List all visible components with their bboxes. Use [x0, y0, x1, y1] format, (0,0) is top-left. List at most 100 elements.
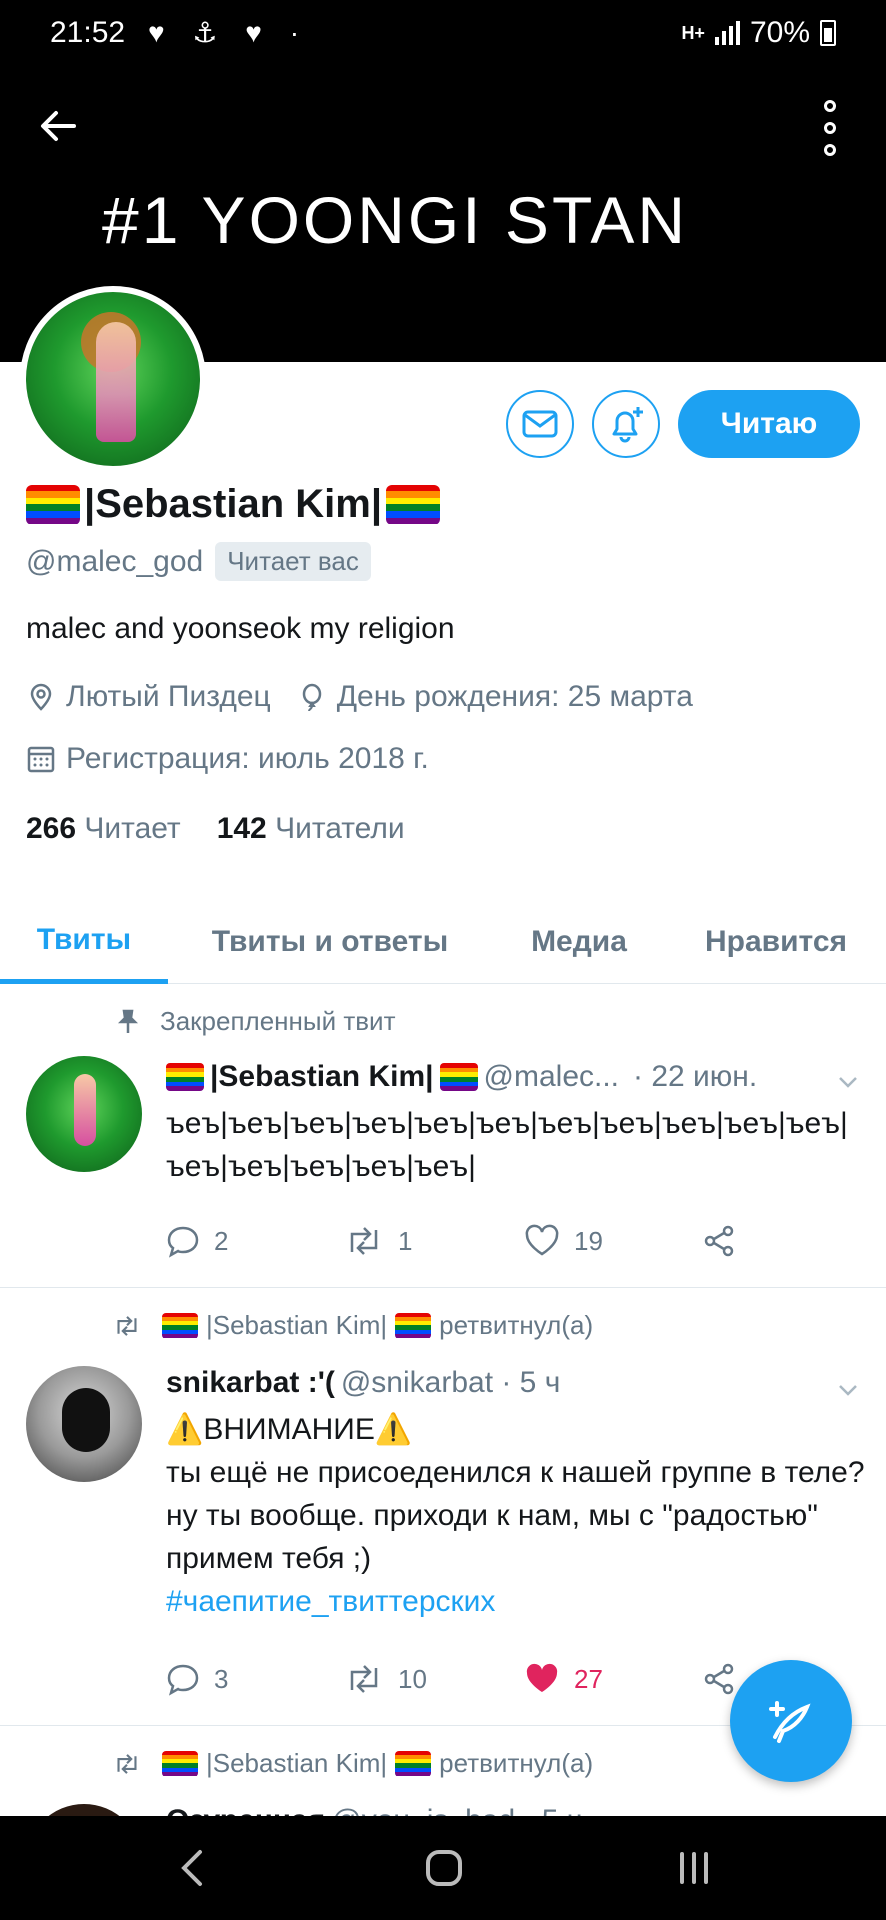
display-name: |Sebastian Kim|: [26, 482, 441, 527]
reply-count: 3: [214, 1663, 229, 1694]
retweet-count: 1: [398, 1225, 413, 1256]
handle-row: @malec_god Читает вас: [26, 542, 371, 581]
tweet-pinned[interactable]: Закрепленный твит |Sebastian Kim| @malec…: [0, 984, 886, 1288]
calendar-icon: [27, 746, 55, 773]
network-type: H+: [681, 22, 705, 43]
follows-you-badge: Читает вас: [215, 542, 371, 581]
tweet-author-handle: @malec...: [483, 1060, 620, 1093]
tab-likes[interactable]: Нравится: [666, 900, 886, 984]
more-options-button[interactable]: [812, 100, 848, 156]
profile-avatar[interactable]: [20, 286, 206, 472]
back-button[interactable]: [36, 104, 84, 152]
user-handle: @malec_god: [26, 544, 204, 578]
tab-tweets-replies[interactable]: Твиты и ответы: [168, 900, 492, 984]
like-count: 27: [574, 1663, 603, 1694]
tweet-author-name: Озуренная: [166, 1804, 325, 1816]
reply-icon: [167, 1664, 199, 1696]
tab-tweets[interactable]: Твиты: [0, 900, 168, 984]
birthday: День рождения: 25 марта: [336, 680, 693, 713]
tab-media[interactable]: Медиа: [492, 900, 666, 984]
share-icon: [704, 1225, 734, 1257]
tweet-avatar[interactable]: [26, 1366, 142, 1482]
tweet-header: |Sebastian Kim| @malec... · 22 июн.: [166, 1060, 757, 1094]
bell-plus-icon: [612, 407, 643, 443]
message-button[interactable]: [506, 390, 574, 458]
tweet-text: ⚠️ВНИМАНИЕ⚠️ ты ещё не присоеденился к н…: [166, 1408, 866, 1623]
tweet-line-warning: ⚠️ВНИМАНИЕ⚠️: [166, 1413, 413, 1446]
reply-button[interactable]: 3: [166, 1662, 344, 1696]
rainbow-flag-icon: [162, 1750, 198, 1777]
pinned-label: Закрепленный твит: [160, 1006, 396, 1036]
tweet-actions: 2 1 19: [166, 1224, 736, 1258]
retweet-icon: [117, 1753, 137, 1774]
tweet-hashtag[interactable]: #чаепитие_твиттерских: [166, 1580, 866, 1623]
reply-count: 2: [214, 1225, 229, 1256]
signal-icon: [714, 21, 740, 45]
notifications-button[interactable]: [592, 390, 660, 458]
following-count[interactable]: 266 Читает: [26, 812, 181, 846]
rainbow-flag-icon: [439, 1063, 478, 1091]
retweeter-name[interactable]: |Sebastian Kim|: [206, 1748, 387, 1779]
reply-button[interactable]: 2: [166, 1224, 344, 1258]
nav-home-icon[interactable]: [424, 1846, 464, 1890]
tweet-avatar[interactable]: [26, 1804, 142, 1816]
pin-icon: [117, 1009, 139, 1033]
heart-filled-icon: [526, 1663, 558, 1692]
tweet-author-name: |Sebastian Kim|: [210, 1060, 434, 1093]
retweet-button[interactable]: 10: [344, 1662, 524, 1696]
location: Лютый Пиздец: [66, 680, 271, 713]
retweet-icon: [117, 1315, 137, 1336]
rainbow-flag-icon: [395, 1750, 432, 1777]
tweet-author-handle: @you_is_bad · 5 ч: [331, 1804, 582, 1816]
retweeted-label: ретвитнул(а): [439, 1310, 594, 1340]
nav-back-icon[interactable]: [176, 1846, 206, 1890]
profile-meta: Лютый Пиздец День рождения: 25 марта: [26, 680, 693, 714]
share-button[interactable]: [702, 1224, 736, 1258]
rainbow-flag-icon: [395, 1312, 432, 1339]
follow-counts: 266 Читает 142 Читатели: [26, 812, 405, 846]
compose-tweet-button[interactable]: [730, 1660, 852, 1782]
tweet-author-handle: @snikarbat · 5 ч: [340, 1366, 561, 1399]
retweet-icon: [350, 1665, 378, 1693]
retweeted-label: ретвитнул(а): [439, 1748, 594, 1778]
retweeter-name[interactable]: |Sebastian Kim|: [206, 1310, 387, 1341]
status-bar: 21:52 ♥ ⚓ ♥ · H+ 70%: [0, 0, 886, 70]
tweet-header: snikarbat :'( @snikarbat · 5 ч: [166, 1366, 560, 1400]
retweet-button[interactable]: 1: [344, 1224, 524, 1258]
balloon-icon: [302, 683, 321, 712]
share-button[interactable]: [702, 1662, 736, 1696]
tweet-line-body: ты ещё не присоеденился к нашей группе в…: [166, 1456, 865, 1575]
tweet-actions: 3 10 27: [166, 1662, 736, 1696]
chevron-down-icon[interactable]: [836, 1070, 860, 1094]
like-count: 19: [574, 1225, 603, 1256]
status-right: H+ 70%: [681, 16, 836, 50]
like-button[interactable]: 19: [524, 1224, 702, 1258]
more-vertical-icon: [824, 100, 836, 112]
like-button[interactable]: 27: [524, 1662, 702, 1696]
compose-feather-icon: [769, 1701, 811, 1743]
display-name-text: |Sebastian Kim|: [84, 482, 383, 526]
location-pin-icon: [30, 683, 52, 711]
followers-count[interactable]: 142 Читатели: [217, 812, 405, 846]
arrow-left-icon: [41, 111, 76, 141]
nav-recents-icon[interactable]: [676, 1846, 712, 1890]
profile-bio: malec and yoonseok my religion: [26, 612, 455, 645]
rainbow-flag-icon: [26, 484, 80, 525]
retweet-context: |Sebastian Kim| ретвитнул(а): [112, 1748, 593, 1779]
tweet-date: · 22 июн.: [633, 1060, 758, 1093]
battery-percent: 70%: [749, 16, 810, 49]
profile-joined: Регистрация: июль 2018 г.: [26, 742, 429, 776]
mail-icon: [522, 410, 558, 438]
share-icon: [704, 1663, 734, 1695]
tweet-avatar[interactable]: [26, 1056, 142, 1172]
banner-title: #1 YOONGI STAN: [102, 183, 689, 257]
heart-icon: [525, 1224, 559, 1256]
rainbow-flag-icon: [166, 1063, 204, 1091]
pinned-context: Закрепленный твит: [116, 1006, 395, 1037]
following-button[interactable]: Читаю: [678, 390, 860, 458]
tweet-retweeted[interactable]: |Sebastian Kim| ретвитнул(а) snikarbat :…: [0, 1288, 886, 1726]
reply-icon: [167, 1226, 199, 1258]
retweet-icon: [350, 1227, 378, 1255]
chevron-down-icon[interactable]: [836, 1378, 860, 1402]
retweet-context: |Sebastian Kim| ретвитнул(а): [112, 1310, 593, 1341]
